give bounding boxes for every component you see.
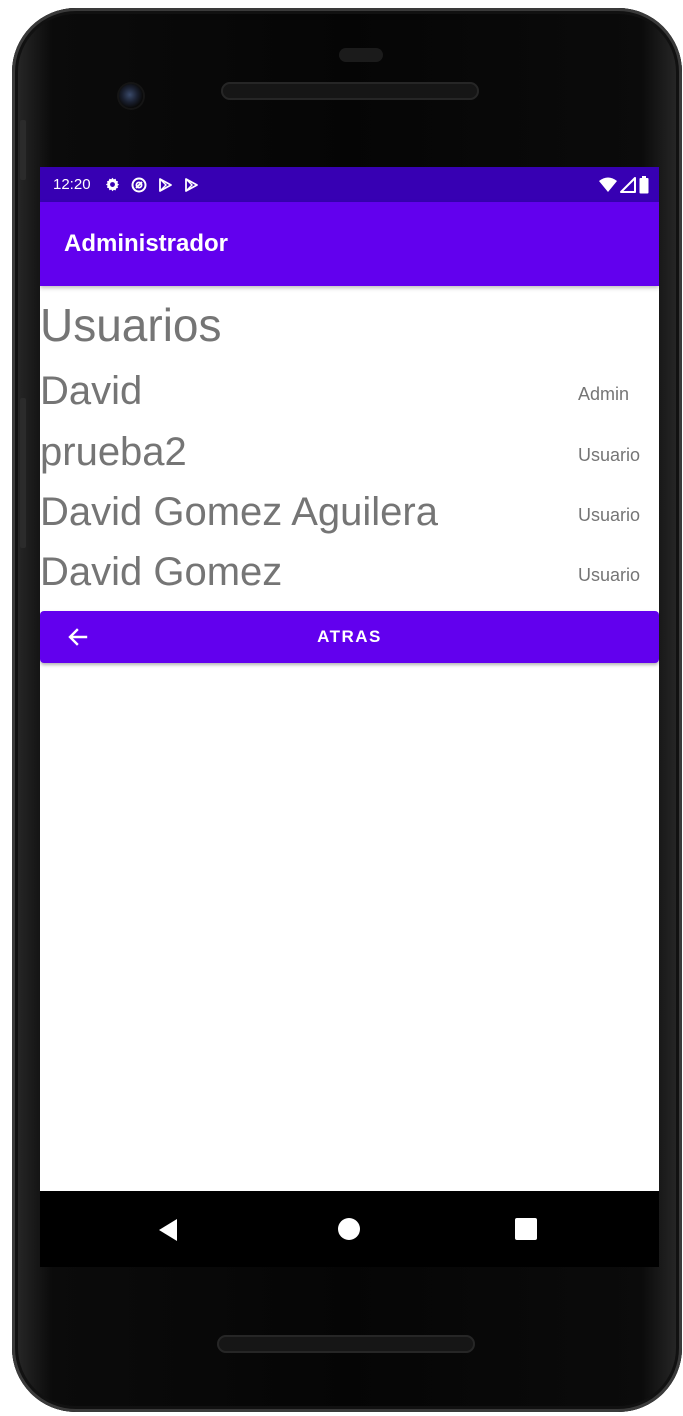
user-role: Usuario bbox=[578, 445, 641, 465]
user-name: David Gomez Aguilera bbox=[40, 490, 438, 534]
nav-recents-icon[interactable] bbox=[515, 1218, 537, 1240]
power-button bbox=[20, 398, 26, 548]
wifi-icon bbox=[599, 177, 617, 192]
back-button[interactable]: ATRAS bbox=[40, 611, 659, 663]
user-role: Admin bbox=[578, 384, 630, 404]
nav-home-icon[interactable] bbox=[338, 1218, 360, 1240]
user-role: Usuario bbox=[578, 505, 641, 525]
signal-icon bbox=[620, 177, 636, 193]
user-role: Usuario bbox=[578, 565, 641, 585]
earpiece-speaker bbox=[221, 82, 479, 100]
top-sensor bbox=[339, 48, 383, 62]
gear-icon bbox=[105, 177, 121, 193]
list-item: David Gomez Usuario bbox=[40, 548, 659, 608]
back-button-label: ATRAS bbox=[317, 627, 382, 646]
battery-icon bbox=[639, 176, 649, 194]
list-item: David Gomez Aguilera Usuario bbox=[40, 488, 659, 548]
sync-icon bbox=[131, 177, 147, 193]
play-store-icon bbox=[157, 177, 173, 193]
list-item: prueba2 Usuario bbox=[40, 428, 659, 488]
user-name: David bbox=[40, 369, 143, 413]
screen: 12:20 Administrador Usuarios David Admin… bbox=[40, 167, 659, 1191]
status-time: 12:20 bbox=[53, 176, 91, 193]
status-right-icons bbox=[599, 176, 649, 194]
nav-back-icon[interactable] bbox=[157, 1218, 179, 1242]
app-title: Administrador bbox=[64, 230, 229, 257]
front-camera bbox=[119, 84, 143, 108]
page-title: Usuarios bbox=[40, 299, 222, 351]
user-name: prueba2 bbox=[40, 430, 187, 474]
list-item: David Admin bbox=[40, 367, 659, 427]
status-bar: 12:20 bbox=[40, 167, 659, 202]
user-name: David Gomez bbox=[40, 550, 283, 594]
play-store-icon bbox=[183, 177, 199, 193]
app-bar: Administrador bbox=[40, 202, 659, 286]
system-nav-bar bbox=[40, 1191, 659, 1267]
volume-button bbox=[20, 120, 26, 180]
bottom-speaker bbox=[217, 1335, 475, 1353]
